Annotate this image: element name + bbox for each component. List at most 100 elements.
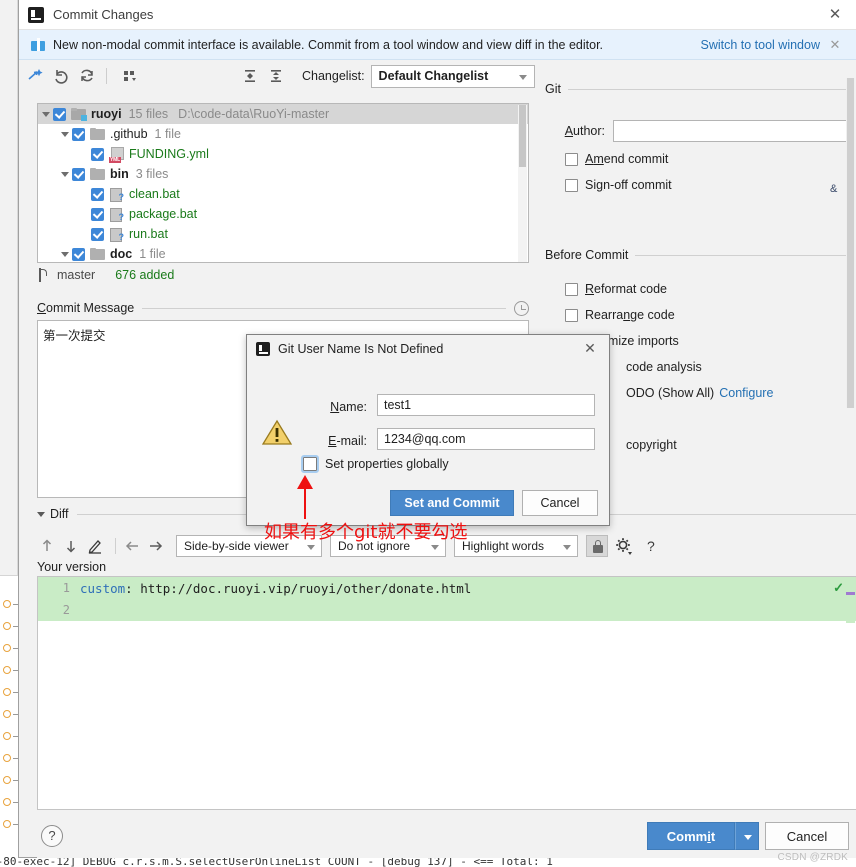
tree-row[interactable]: .github 1 file — [38, 124, 528, 144]
tree-row[interactable]: ? run.bat — [38, 224, 528, 244]
bat-file-icon: ? — [109, 187, 124, 202]
help-icon[interactable]: ? — [41, 825, 63, 847]
chevron-down-icon[interactable] — [42, 111, 50, 117]
changes-file-tree[interactable]: ruoyi 15 files D:\code-data\RuoYi-master .g… — [37, 103, 529, 263]
chevron-down-icon[interactable] — [61, 131, 69, 137]
commit-dropdown-button[interactable] — [735, 822, 759, 850]
tree-row[interactable]: ? package.bat — [38, 204, 528, 224]
tree-row-checkbox[interactable] — [72, 247, 85, 261]
tree-row-checkbox[interactable] — [53, 107, 66, 121]
name-value: test1 — [384, 398, 412, 412]
revert-icon[interactable] — [51, 66, 71, 86]
name-label-rest: ame: — [339, 400, 367, 414]
reformat-code-checkbox[interactable] — [565, 282, 578, 296]
perform-code-analysis-row[interactable]: code analysis — [626, 360, 702, 374]
tree-row-checkbox[interactable] — [91, 147, 104, 161]
diff-line-number: 2 — [62, 603, 70, 617]
help-icon[interactable]: ? — [647, 538, 655, 554]
arrow-left-icon[interactable] — [122, 536, 142, 556]
diff-line-number: 1 — [62, 581, 70, 595]
rearrange-code-checkbox-row[interactable]: Rearrange code — [565, 308, 675, 322]
author-row: Author: — [547, 120, 851, 142]
reformat-code-checkbox-row[interactable]: Reformat code — [565, 282, 667, 296]
diff-change-marker — [846, 595, 855, 623]
amend-commit-checkbox[interactable] — [565, 152, 578, 166]
reformat-mnemonic: R — [585, 282, 595, 296]
git-group-title: Git — [545, 82, 561, 96]
chevron-down-icon[interactable] — [61, 171, 69, 177]
tree-row-checkbox[interactable] — [72, 127, 85, 141]
banner-close-icon[interactable]: ✕ — [827, 37, 843, 53]
next-difference-icon[interactable] — [61, 536, 81, 556]
section-divider — [635, 254, 851, 256]
bat-file-icon: ? — [109, 227, 124, 242]
tree-row-name: ruoyi — [91, 107, 122, 121]
set-properties-globally-checkbox[interactable] — [301, 455, 319, 473]
check-todo-row[interactable]: ODO (Show All) Configure — [626, 386, 773, 400]
tree-row-checkbox[interactable] — [91, 187, 104, 201]
dialog-cancel-button[interactable]: Cancel — [522, 490, 598, 516]
tree-row-file-count: 1 file — [139, 247, 166, 261]
author-input[interactable] — [613, 120, 851, 142]
refresh-icon[interactable] — [77, 66, 97, 86]
warning-triangle-icon — [261, 419, 293, 446]
group-by-icon[interactable] — [120, 66, 140, 86]
tree-scrollbar[interactable] — [518, 105, 527, 262]
tree-row[interactable]: ruoyi 15 files D:\code-data\RuoYi-master — [38, 104, 528, 124]
expand-all-icon[interactable] — [240, 66, 260, 86]
set-and-commit-button[interactable]: Set and Commit — [390, 490, 514, 516]
tree-row[interactable]: doc 1 file — [38, 244, 528, 262]
chevron-down-icon[interactable] — [37, 511, 45, 517]
lock-icon[interactable] — [586, 535, 608, 557]
tree-row[interactable]: ? clean.bat — [38, 184, 528, 204]
tree-row-name: bin — [110, 167, 129, 181]
todo-configure-link[interactable]: Configure — [719, 386, 773, 400]
collapse-all-icon[interactable] — [266, 66, 286, 86]
close-icon[interactable]: ✕ — [581, 339, 599, 357]
amend-commit-checkbox-row[interactable]: Amend commit — [565, 152, 668, 166]
tree-row[interactable]: YML FUNDING.yml — [38, 144, 528, 164]
tree-row[interactable]: bin 3 files — [38, 164, 528, 184]
diff-content[interactable]: 1 custom: http://doc.ruoyi.vip/ruoyi/othe… — [37, 576, 856, 810]
non-modal-commit-banner: New non-modal commit interface is availa… — [19, 30, 856, 60]
arrow-right-icon[interactable] — [146, 536, 166, 556]
check-todo-label: ODO (Show All) — [626, 386, 715, 400]
commit-button[interactable]: Comm i t — [647, 822, 735, 850]
tree-row-checkbox[interactable] — [91, 207, 104, 221]
set-properties-globally-row[interactable]: Set properties globally — [301, 455, 449, 473]
options-scrollbar[interactable] — [846, 78, 855, 408]
cancel-button[interactable]: Cancel — [765, 822, 849, 850]
show-diff-icon[interactable] — [25, 66, 45, 86]
background-breakpoint-icon — [3, 666, 11, 674]
background-breakpoint-icon — [3, 688, 11, 696]
tree-row-name: clean.bat — [129, 187, 180, 201]
signoff-commit-checkbox[interactable] — [565, 178, 578, 192]
name-input[interactable]: test1 — [377, 394, 595, 416]
signoff-commit-checkbox-row[interactable]: Sign-off commit — [565, 178, 672, 192]
gear-icon[interactable] — [613, 535, 635, 557]
background-breakpoint-icon — [3, 600, 11, 608]
edit-icon[interactable] — [85, 536, 105, 556]
close-icon[interactable]: ✕ — [826, 6, 844, 24]
folder-icon — [90, 168, 105, 180]
annotation-note-text: 如果有多个git就不要勾选 — [264, 522, 468, 543]
background-breakpoint-icon — [3, 732, 11, 740]
history-clock-icon[interactable] — [514, 300, 529, 316]
highlight-mode-select[interactable]: Highlight words — [454, 535, 578, 557]
chevron-down-icon[interactable] — [61, 251, 69, 257]
branch-icon — [37, 268, 50, 282]
switch-to-tool-window-link[interactable]: Switch to tool window — [700, 38, 820, 52]
tree-row-checkbox[interactable] — [91, 227, 104, 241]
your-version-label: Your version — [37, 560, 107, 574]
changelist-select[interactable]: Default Changelist — [370, 64, 535, 88]
options-scrollbar-thumb[interactable] — [847, 78, 854, 408]
update-copyright-row[interactable]: copyright — [626, 438, 677, 452]
tree-row-file-count: 3 files — [135, 167, 169, 181]
rearrange-code-checkbox[interactable] — [565, 308, 578, 322]
prev-difference-icon[interactable] — [37, 536, 57, 556]
tree-scrollbar-thumb[interactable] — [519, 105, 526, 167]
intellij-idea-logo-icon — [256, 342, 270, 356]
tree-row-checkbox[interactable] — [72, 167, 85, 181]
email-input[interactable]: 1234@qq.com — [377, 428, 595, 450]
lock-body — [593, 545, 603, 553]
